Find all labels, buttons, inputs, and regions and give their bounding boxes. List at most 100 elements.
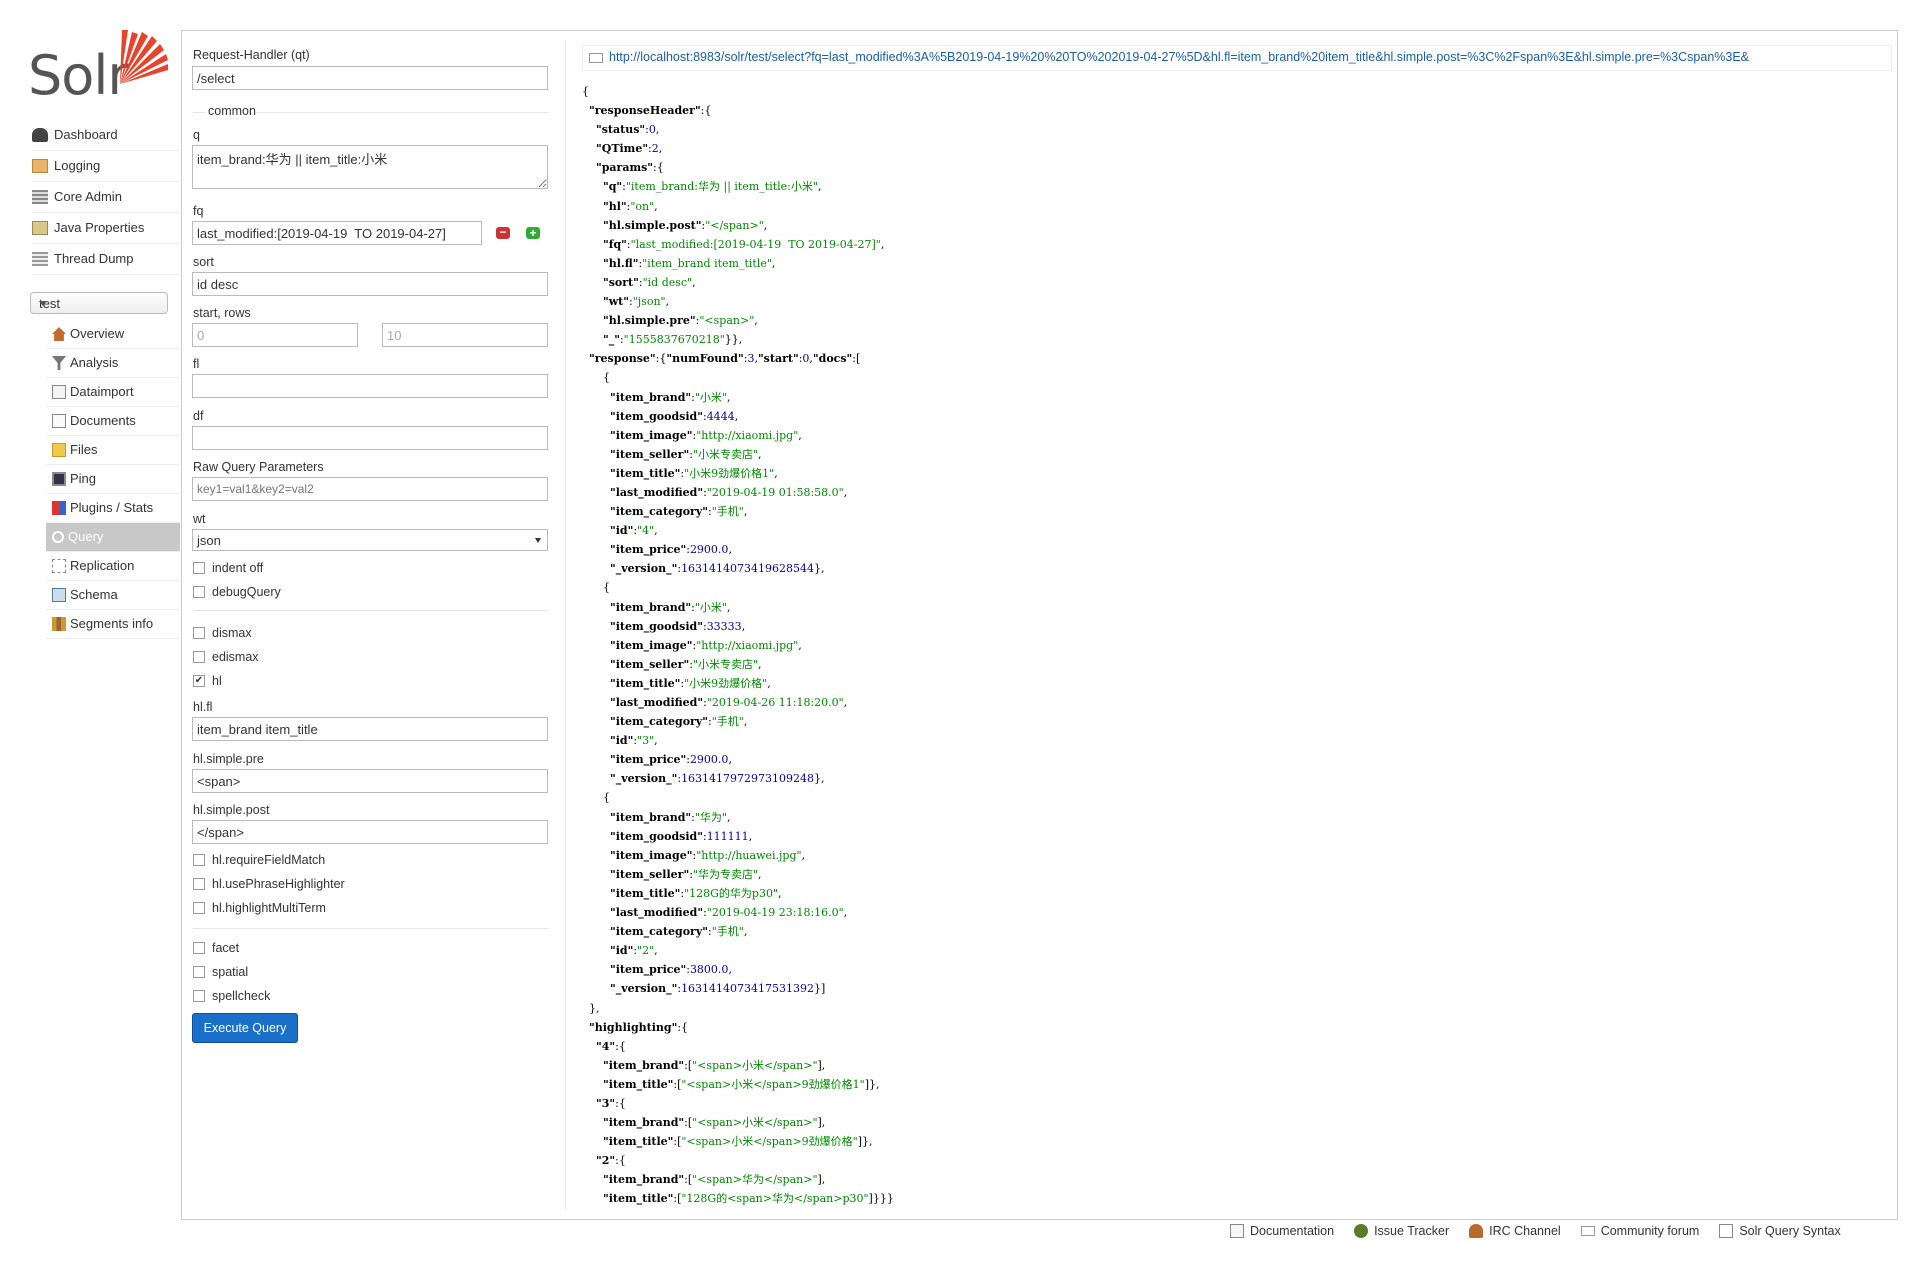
java-properties-icon (32, 221, 48, 235)
json-line: }, (582, 1001, 600, 1015)
footer-solr-query-syntax-link[interactable]: Solr Query Syntax (1719, 1224, 1841, 1238)
execute-query-button[interactable]: Execute Query (192, 1013, 298, 1043)
json-line: "item_price":2900.0, (609, 543, 732, 557)
solr-logo[interactable]: Solr (28, 26, 168, 107)
core-nav-documents[interactable]: Documents (46, 407, 180, 436)
facet-checkbox[interactable]: facet (193, 941, 239, 955)
nav-thread-dump[interactable]: Thread Dump (32, 244, 180, 275)
analysis-icon (52, 356, 66, 370)
sort-label: sort (193, 255, 214, 269)
core-nav-plugins-stats[interactable]: Plugins / Stats (46, 494, 180, 523)
json-line: "q":"item_brand:华为 || item_title:小米", (602, 180, 822, 194)
footer-community-forum-link[interactable]: Community forum (1580, 1224, 1699, 1238)
request-url-link[interactable]: http://localhost:8983/solr/test/select?f… (582, 45, 1892, 71)
json-line: "status":0, (596, 123, 660, 137)
nav-label: Thread Dump (54, 251, 134, 266)
nav-dashboard[interactable]: Dashboard (32, 120, 180, 151)
indent-checkbox[interactable]: indent off (193, 561, 263, 575)
hl-highlight-multi-term-checkbox[interactable]: hl.highlightMultiTerm (193, 901, 326, 915)
core-nav-overview[interactable]: Overview (46, 320, 180, 349)
replication-icon (52, 559, 66, 573)
nav-java-properties[interactable]: Java Properties (32, 213, 180, 244)
q-textarea[interactable]: item_brand:华为 || item_title:小米 (192, 145, 548, 189)
json-line: "item_title":["128G的<span>华为</span>p30"]… (602, 1192, 894, 1206)
json-line: "2":{ (596, 1154, 626, 1168)
spatial-checkbox[interactable]: spatial (193, 965, 248, 979)
json-line: "hl":"on", (602, 199, 658, 213)
rows-input[interactable] (382, 323, 548, 347)
core-nav-ping[interactable]: Ping (46, 465, 180, 494)
main-nav: Dashboard Logging Core Admin Java Proper… (32, 120, 180, 275)
fl-input[interactable] (192, 374, 548, 398)
documentation-icon (1230, 1224, 1244, 1238)
panel-divider (565, 40, 566, 1210)
common-divider (256, 112, 548, 113)
dismax-checkbox[interactable]: dismax (193, 626, 252, 640)
core-nav-replication[interactable]: Replication (46, 552, 180, 581)
json-line: "item_image":"http://huawei.jpg", (609, 848, 806, 862)
raw-query-input[interactable] (192, 477, 548, 501)
chevron-down-icon (535, 538, 541, 543)
hl-use-phrase-highlighter-checkbox[interactable]: hl.usePhraseHighlighter (193, 877, 345, 891)
nav-core-admin[interactable]: Core Admin (32, 182, 180, 213)
hl-fl-input[interactable] (192, 717, 548, 741)
checkbox-box (193, 942, 205, 954)
hl-checkbox[interactable]: ✔ hl (193, 674, 222, 688)
core-nav-label: Ping (70, 471, 97, 486)
query-syntax-icon (1719, 1224, 1734, 1238)
json-line: "item_image":"http://xiaomi.jpg", (609, 638, 802, 652)
hl-label: hl (212, 674, 222, 688)
footer-irc-channel-link[interactable]: IRC Channel (1469, 1224, 1561, 1238)
checkbox-box (193, 562, 205, 574)
core-nav-dataimport[interactable]: Dataimport (46, 378, 180, 407)
solr-sun-icon (120, 30, 168, 84)
json-line: "_version_":1631414073419628544}, (609, 562, 825, 576)
core-nav-label: Analysis (70, 355, 119, 370)
nav-logging[interactable]: Logging (32, 151, 180, 182)
spellcheck-checkbox[interactable]: spellcheck (193, 989, 270, 1003)
edismax-checkbox[interactable]: edismax (193, 650, 259, 664)
hl-simple-pre-input[interactable] (192, 769, 548, 793)
wt-select[interactable]: json (192, 529, 548, 551)
core-nav-files[interactable]: Files (46, 436, 180, 465)
debug-query-checkbox[interactable]: debugQuery (193, 585, 281, 599)
add-fq-icon[interactable]: + (526, 227, 540, 239)
df-input[interactable] (192, 426, 548, 450)
section-divider (193, 928, 548, 929)
footer-documentation-link[interactable]: Documentation (1230, 1224, 1334, 1238)
json-line: "item_title":"小米9劲爆价格", (609, 676, 771, 690)
sort-input[interactable] (192, 272, 548, 296)
request-handler-input[interactable] (192, 66, 548, 90)
ping-icon (52, 472, 66, 486)
footer-links: Documentation Issue Tracker IRC Channel … (1230, 1224, 1861, 1238)
fq-input[interactable] (192, 221, 482, 245)
json-line: "hl.simple.pre":"<span>", (602, 314, 758, 328)
hl-require-field-match-checkbox[interactable]: hl.requireFieldMatch (193, 853, 325, 867)
json-line: "3":{ (596, 1096, 626, 1110)
footer-issue-tracker-link[interactable]: Issue Tracker (1354, 1224, 1449, 1238)
json-line: "last_modified":"2019-04-26 11:18:20.0", (609, 696, 848, 709)
json-line: "item_brand":["<span>小米</span>"], (602, 1058, 826, 1072)
core-nav-schema[interactable]: Schema (46, 581, 180, 610)
json-line: "id":"4", (609, 524, 658, 538)
segments-icon (52, 617, 66, 631)
hl-require-field-match-label: hl.requireFieldMatch (212, 853, 326, 867)
request-url-text: http://localhost:8983/solr/test/select?f… (609, 50, 1750, 64)
remove-fq-icon[interactable]: − (496, 226, 510, 239)
q-label: q (193, 128, 200, 142)
json-line: "item_seller":"华为专卖店", (609, 867, 762, 881)
core-nav-segments-info[interactable]: Segments info (46, 610, 180, 639)
footer-label: IRC Channel (1489, 1224, 1561, 1238)
hl-simple-post-input[interactable] (192, 820, 548, 844)
core-selector[interactable]: test (30, 292, 168, 314)
overview-icon (52, 327, 66, 341)
json-line: "hl.simple.post":"</span>", (602, 218, 768, 232)
start-input[interactable] (192, 323, 358, 347)
query-panel (181, 30, 1898, 1220)
fq-label: fq (193, 204, 204, 218)
json-line: "item_brand":"小米", (609, 390, 731, 404)
core-nav-query[interactable]: Query (46, 523, 180, 552)
indent-label: indent off (212, 561, 264, 575)
core-nav-analysis[interactable]: Analysis (46, 349, 180, 378)
json-line: "_version_":1631414073417531392}] (609, 982, 826, 996)
